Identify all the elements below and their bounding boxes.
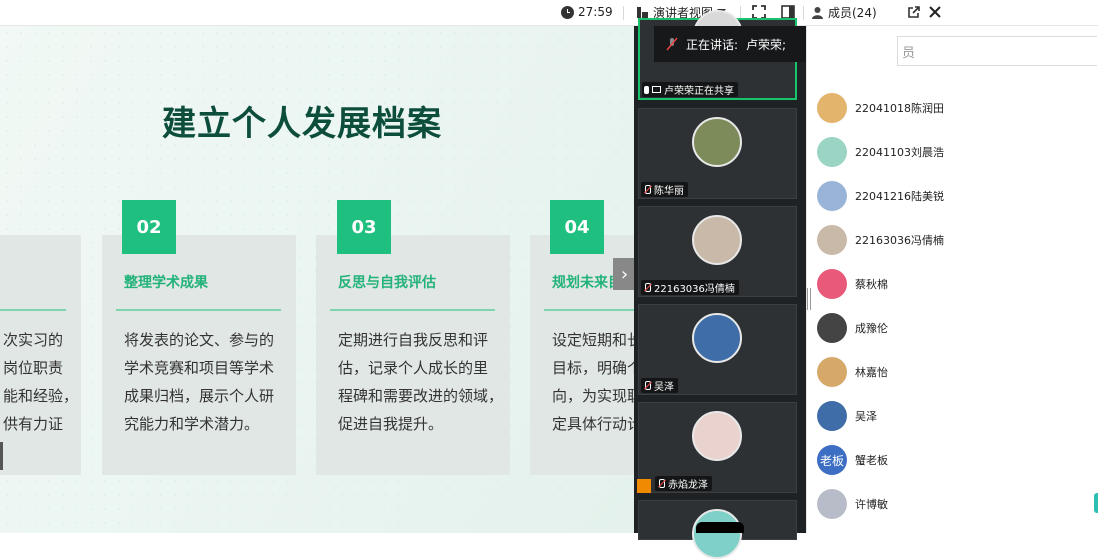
member-row[interactable]: 成豫伦 — [817, 308, 1087, 348]
popout-button[interactable] — [907, 0, 920, 24]
member-row[interactable]: 吴泽 — [817, 396, 1087, 436]
mic-muted-icon — [643, 380, 651, 391]
avatar — [692, 509, 742, 559]
user-icon — [812, 6, 823, 19]
video-strip: 卢荣荣正在共享 陈华丽 22163036冯倩楠 吴泽 赤焰龙泽 — [634, 10, 806, 559]
member-search-input[interactable]: 员 — [897, 36, 1097, 66]
members-panel: 员 22041018陈润田 22041103刘晨浩 22041216陆美锐 22… — [806, 26, 1098, 533]
video-tile-label: 赤焰龙泽 — [655, 476, 712, 491]
timer: 27:59 — [561, 0, 613, 24]
close-icon — [929, 6, 941, 18]
timer-text: 27:59 — [578, 5, 613, 19]
mic-muted-icon — [643, 184, 651, 195]
avatar — [817, 489, 847, 519]
video-tile-label: 卢荣荣正在共享 — [642, 82, 738, 97]
video-strip-collapse-button[interactable] — [696, 522, 744, 533]
host-badge-icon — [637, 479, 651, 493]
screen-share-icon — [652, 86, 661, 93]
avatar — [692, 117, 742, 167]
card-body: 定期进行自我反思和评 估，记录个人成长的里 程碑和需要改进的领域， 促进自我提升… — [338, 331, 504, 433]
members-tab[interactable]: 成员(24) — [811, 0, 877, 24]
chevron-right-icon: › — [620, 263, 629, 285]
card-divider — [330, 309, 495, 311]
card-body: 次实习的 岗位职责 能和经验， 供有力证 — [3, 331, 79, 433]
video-tile[interactable] — [638, 500, 797, 559]
mic-muted-icon — [643, 282, 651, 293]
video-tile[interactable]: 陈华丽 — [638, 108, 797, 199]
card-divider — [0, 309, 66, 311]
members-label: 成员(24) — [828, 5, 877, 20]
member-row[interactable]: 22163036冯倩楠 — [817, 220, 1087, 260]
member-row[interactable]: 老板 蟹老板 — [817, 440, 1087, 480]
avatar — [817, 357, 847, 387]
card-number: 03 — [337, 200, 391, 254]
avatar — [817, 137, 847, 167]
member-row[interactable]: 22041216陆美锐 — [817, 176, 1087, 216]
mic-icon — [644, 85, 649, 94]
speaking-name: 卢荣荣; — [746, 37, 787, 52]
video-tile-label: 陈华丽 — [641, 182, 688, 197]
card-body: 设定短期和长 目标，明确个 向，为实现职 定具体行动计 — [552, 331, 634, 433]
video-tile-label: 22163036冯倩楠 — [641, 280, 739, 295]
sidebar-layout-icon — [781, 5, 795, 19]
avatar — [692, 313, 742, 363]
card-number: 02 — [122, 200, 176, 254]
card-divider — [116, 309, 281, 311]
close-button[interactable] — [929, 0, 941, 24]
avatar — [817, 225, 847, 255]
card-heading: 反思与自我评估 — [338, 275, 436, 291]
avatar: 老板 — [817, 445, 847, 475]
member-row[interactable]: 蔡秋棉 — [817, 264, 1087, 304]
card-body: 将发表的论文、参与的 学术竞赛和项目等学术 成果归档，展示个人研 究能力和学术潜… — [124, 331, 275, 433]
avatar — [692, 215, 742, 265]
member-row[interactable]: 许博敏 — [817, 484, 1087, 524]
presenter-view-icon — [637, 6, 648, 18]
video-tile[interactable]: 赤焰龙泽 — [637, 402, 797, 493]
shared-slide: 建立个人发展档案 次实习的 岗位职责 能和经验， 供有力证 02 整理学术成果 … — [0, 26, 634, 533]
expand-slide-button[interactable]: › — [613, 258, 636, 290]
mic-muted-icon — [666, 37, 678, 51]
video-tile[interactable]: 22163036冯倩楠 — [638, 206, 797, 297]
floating-edge-tab[interactable] — [1094, 493, 1098, 513]
member-row[interactable]: 22041103刘晨浩 — [817, 132, 1087, 172]
video-tile[interactable]: 吴泽 — [638, 304, 797, 395]
clock-icon — [561, 5, 574, 19]
card-divider — [544, 309, 634, 311]
member-row[interactable]: 22041018陈润田 — [817, 88, 1087, 128]
avatar — [817, 401, 847, 431]
top-toolbar: 27:59 演讲者视图 成员(24) — [0, 0, 1098, 26]
slide-scroll-handle[interactable] — [0, 442, 3, 470]
popout-icon — [908, 5, 920, 18]
fullscreen-icon — [752, 5, 766, 19]
avatar — [817, 313, 847, 343]
avatar — [817, 181, 847, 211]
video-tile-label: 吴泽 — [641, 378, 678, 393]
avatar — [692, 411, 742, 461]
speaking-label: 正在讲话: — [686, 37, 739, 52]
panel-resize-handle[interactable] — [807, 288, 811, 310]
avatar — [817, 93, 847, 123]
mic-muted-icon — [657, 478, 665, 489]
card-heading: 整理学术成果 — [124, 275, 208, 291]
member-row[interactable]: 林嘉怡 — [817, 352, 1087, 392]
card-number: 04 — [550, 200, 604, 254]
avatar — [817, 269, 847, 299]
slide-title: 建立个人发展档案 — [162, 104, 442, 144]
